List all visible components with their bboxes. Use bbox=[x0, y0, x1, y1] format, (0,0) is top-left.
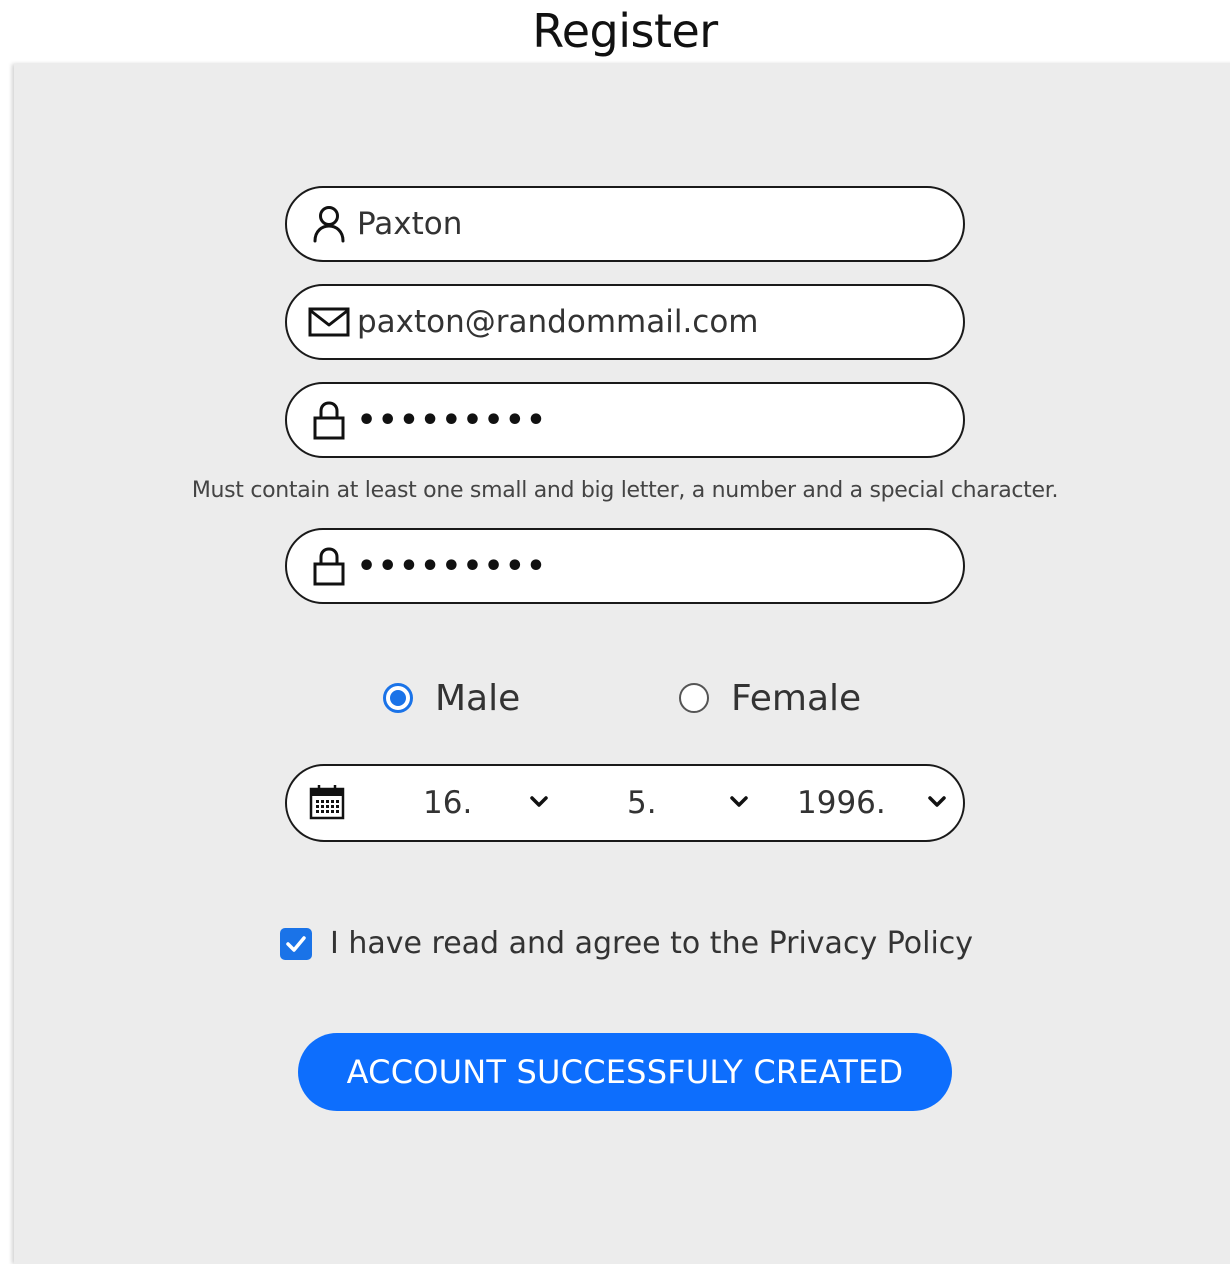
female-label: Female bbox=[731, 677, 862, 719]
privacy-checkbox[interactable] bbox=[280, 927, 312, 960]
month-select[interactable]: 5. bbox=[627, 766, 657, 840]
privacy-label: I have read and agree to the Privacy Pol… bbox=[330, 926, 974, 961]
page-title: Register bbox=[532, 4, 718, 58]
email-input[interactable] bbox=[357, 304, 937, 340]
female-radio[interactable] bbox=[679, 683, 709, 713]
year-select[interactable]: 1996. bbox=[797, 766, 886, 840]
male-radio[interactable] bbox=[383, 683, 413, 713]
chevron-down-icon[interactable] bbox=[925, 790, 949, 814]
confirm-password-input[interactable] bbox=[357, 548, 937, 584]
birthdate-field: 16. 5. 1996. bbox=[285, 764, 965, 842]
gender-option-male[interactable]: Male bbox=[383, 672, 520, 724]
lock-icon bbox=[307, 400, 351, 440]
chevron-down-icon[interactable] bbox=[727, 790, 751, 814]
password-field[interactable] bbox=[285, 382, 965, 458]
year-value: 1996. bbox=[797, 785, 886, 821]
name-field[interactable] bbox=[285, 186, 965, 262]
day-value: 16. bbox=[423, 785, 473, 821]
envelope-icon bbox=[307, 302, 351, 342]
lock-icon bbox=[307, 546, 351, 586]
calendar-icon bbox=[309, 784, 345, 824]
password-hint: Must contain at least one small and big … bbox=[191, 478, 1059, 503]
gender-option-female[interactable]: Female bbox=[679, 672, 861, 724]
email-field[interactable] bbox=[285, 284, 965, 360]
password-input[interactable] bbox=[357, 402, 937, 438]
user-icon bbox=[307, 204, 351, 244]
chevron-down-icon[interactable] bbox=[527, 790, 551, 814]
confirm-password-field[interactable] bbox=[285, 528, 965, 604]
name-input[interactable] bbox=[357, 206, 937, 242]
submit-button[interactable]: ACCOUNT SUCCESSFULY CREATED bbox=[298, 1033, 952, 1111]
checkmark-icon bbox=[286, 935, 306, 952]
privacy-consent[interactable]: I have read and agree to the Privacy Pol… bbox=[280, 926, 973, 961]
month-value: 5. bbox=[627, 785, 657, 821]
day-select[interactable]: 16. bbox=[423, 766, 472, 840]
male-label: Male bbox=[435, 677, 521, 719]
